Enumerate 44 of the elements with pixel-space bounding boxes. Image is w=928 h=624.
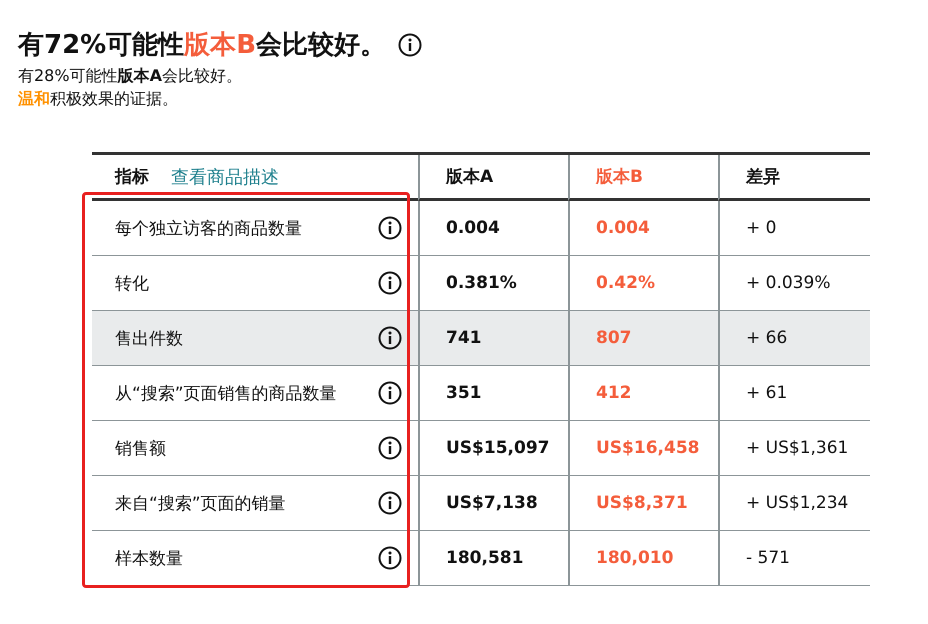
table-cell: US$15,097: [446, 438, 550, 458]
evidence-text: 温和积极效果的证据。: [18, 88, 179, 110]
table-cell: 412: [596, 383, 632, 403]
table-cell: 0.004: [596, 218, 650, 238]
table-cell: US$8,371: [596, 493, 688, 513]
table-cell: + 0: [746, 218, 776, 238]
product-description-link[interactable]: 查看商品描述: [171, 164, 279, 188]
info-icon[interactable]: [378, 546, 402, 570]
table-cell: 180,581: [446, 548, 524, 568]
metric-label: 售出件数: [115, 328, 183, 350]
column-header: 版本A: [446, 166, 494, 188]
summary-text: 有28%可能性版本A会比较好。: [18, 65, 243, 87]
headline: 有72%可能性版本B会比较好。: [18, 29, 386, 62]
metric-label: 从“搜索”页面销售的商品数量: [115, 382, 337, 404]
table-cell: 0.42%: [596, 273, 655, 293]
info-icon[interactable]: [378, 381, 402, 405]
table-cell: + US$1,361: [746, 438, 848, 458]
table-cell: + US$1,234: [746, 493, 848, 513]
info-icon[interactable]: [378, 491, 402, 515]
info-icon[interactable]: [398, 33, 422, 57]
table-cell: US$7,138: [446, 493, 538, 513]
table-cell: + 61: [746, 383, 788, 403]
metric-label: 样本数量: [115, 548, 183, 570]
table-cell: 741: [446, 328, 482, 348]
table-cell: 180,010: [596, 548, 674, 568]
table-cell: 0.381%: [446, 273, 517, 293]
column-header: 版本B: [596, 166, 643, 188]
info-icon[interactable]: [378, 326, 402, 350]
metric-label: 来自“搜索”页面的销量: [115, 492, 286, 514]
table-cell: US$16,458: [596, 438, 700, 458]
metric-label: 每个独立访客的商品数量: [115, 218, 302, 240]
table-cell: 351: [446, 383, 482, 403]
table-cell: 0.004: [446, 218, 500, 238]
info-icon[interactable]: [378, 216, 402, 240]
table-cell: - 571: [746, 548, 790, 568]
table-cell: 807: [596, 328, 632, 348]
info-icon[interactable]: [378, 271, 402, 295]
metric-label: 销售额: [115, 438, 166, 460]
table-cell: + 0.039%: [746, 273, 830, 293]
column-header: 指标: [115, 166, 149, 188]
info-icon[interactable]: [378, 436, 402, 460]
table-cell: + 66: [746, 328, 788, 348]
metric-label: 转化: [115, 272, 149, 294]
column-header: 差异: [746, 166, 780, 188]
